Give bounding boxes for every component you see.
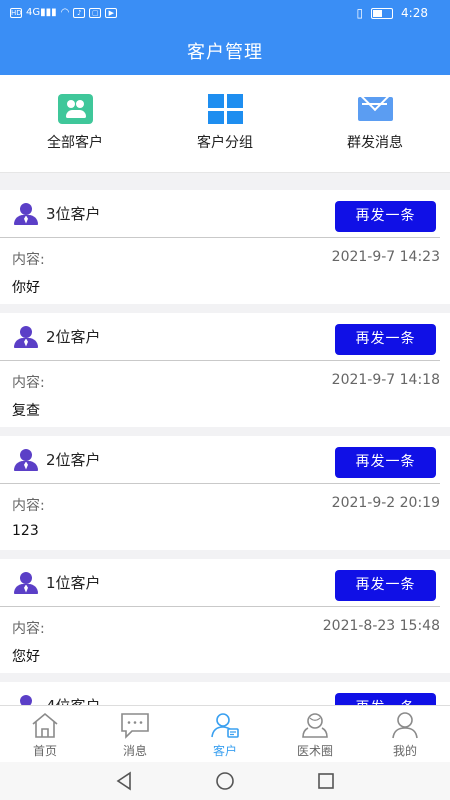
4g-signal-icon: 4G▮▮▮ [26, 7, 57, 18]
vibrate-icon: ▯ [356, 6, 364, 20]
tab-profile[interactable]: 我的 [360, 706, 450, 762]
record-content: 复查 [12, 403, 40, 419]
record-card: 2位客户 再发一条 内容: 2021-9-7 14:18 复查 [0, 313, 450, 427]
customer-count: 3位客户 [46, 205, 101, 223]
envelope-icon [357, 97, 393, 121]
bottom-tab-bar: 首页 消息 客户 医术圈 我的 [0, 705, 450, 762]
app-icon: ▢ [89, 7, 102, 18]
status-time: 4:28 [401, 6, 428, 20]
menu-all-customers[interactable]: 全部客户 [0, 75, 150, 172]
tiktok-icon: ♪ [73, 7, 86, 18]
customer-avatar-icon [12, 694, 40, 705]
home-circle-icon[interactable] [215, 771, 235, 791]
customer-count: 2位客户 [46, 451, 101, 469]
system-nav-bar [0, 762, 450, 800]
content-label: 内容: [12, 375, 45, 391]
tab-label: 医术圈 [296, 744, 333, 758]
resend-button[interactable]: 再发一条 [335, 324, 436, 355]
tab-label: 消息 [122, 744, 147, 758]
content-label: 内容: [12, 498, 45, 514]
menu-customer-groups[interactable]: 客户分组 [150, 75, 300, 172]
record-card: 2位客户 再发一条 内容: 2021-9-2 20:19 123 [0, 436, 450, 550]
menu-broadcast[interactable]: 群发消息 [300, 75, 450, 172]
tab-customers[interactable]: 客户 [180, 706, 270, 762]
customer-avatar-icon [12, 571, 40, 594]
play-icon: ▶ [105, 7, 118, 18]
battery-icon [371, 7, 394, 19]
top-menu: 全部客户 客户分组 群发消息 [0, 75, 450, 173]
customer-count: 2位客户 [46, 328, 101, 346]
record-content: 您好 [12, 649, 40, 665]
chat-icon [121, 713, 149, 739]
customer-avatar-icon [12, 325, 40, 348]
resend-button[interactable]: 再发一条 [335, 570, 436, 601]
all-customers-icon [57, 94, 93, 124]
status-bar: HD 4G▮▮▮ ◠ ♪ ▢ ▶ ▯ 4:28 [0, 0, 450, 30]
tab-label: 首页 [32, 744, 57, 758]
customer-avatar-icon [12, 202, 40, 225]
status-right: ▯ 4:28 [356, 6, 428, 20]
record-datetime: 2021-8-23 15:48 [322, 618, 440, 634]
tab-label: 我的 [392, 744, 417, 758]
tab-label: 客户 [212, 744, 237, 758]
record-datetime: 2021-9-7 14:18 [331, 372, 440, 388]
record-card: 3位客户 再发一条 内容: 2021-9-7 14:23 你好 [0, 190, 450, 304]
customer-count: 4位客户 [46, 695, 101, 705]
recents-icon[interactable] [316, 771, 336, 791]
menu-label: 群发消息 [347, 135, 403, 151]
resend-button[interactable]: 再发一条 [335, 447, 436, 478]
tab-medical-circle[interactable]: 医术圈 [270, 706, 360, 762]
hd-icon: HD [10, 7, 22, 18]
tab-home[interactable]: 首页 [0, 706, 90, 762]
menu-label: 客户分组 [197, 135, 253, 151]
record-card: 4位客户 再发一条 [0, 682, 450, 705]
tab-messages[interactable]: 消息 [90, 706, 180, 762]
content-label: 内容: [12, 252, 45, 268]
record-content: 你好 [12, 280, 40, 296]
message-record-list[interactable]: 3位客户 再发一条 内容: 2021-9-7 14:23 你好 2位客户 再发一… [0, 190, 450, 705]
menu-label: 全部客户 [47, 135, 103, 151]
customer-icon [211, 713, 239, 738]
customer-count: 1位客户 [46, 574, 101, 592]
record-datetime: 2021-9-2 20:19 [331, 495, 440, 511]
record-card: 1位客户 再发一条 内容: 2021-8-23 15:48 您好 [0, 559, 450, 673]
content-label: 内容: [12, 621, 45, 637]
wifi-icon: ◠ [60, 7, 70, 18]
circle-icon [302, 713, 328, 738]
record-datetime: 2021-9-7 14:23 [331, 249, 440, 265]
home-icon [32, 712, 58, 738]
back-icon[interactable] [114, 771, 134, 791]
resend-button[interactable]: 再发一条 [335, 693, 436, 705]
record-content: 123 [12, 523, 39, 539]
profile-icon [392, 712, 418, 739]
customer-avatar-icon [12, 448, 40, 471]
grid-icon [207, 94, 243, 124]
page-title: 客户管理 [0, 30, 450, 75]
resend-button[interactable]: 再发一条 [335, 201, 436, 232]
status-icons: HD 4G▮▮▮ ◠ ♪ ▢ ▶ [10, 7, 118, 18]
